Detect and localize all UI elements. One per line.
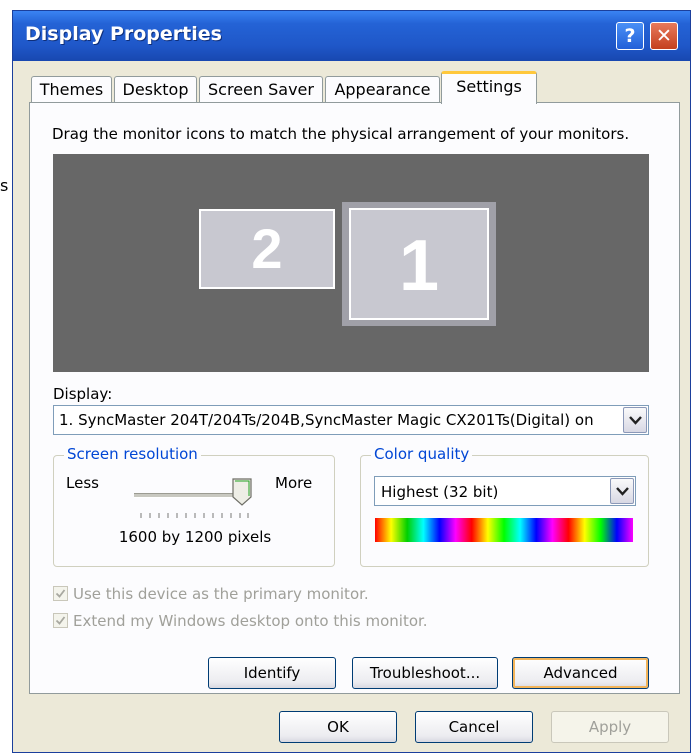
chevron-down-icon bbox=[629, 416, 642, 425]
title-bar[interactable]: Display Properties ? ✕ bbox=[13, 11, 690, 61]
resolution-slider-track[interactable] bbox=[134, 493, 244, 498]
monitor-arrangement-area: 2 1 bbox=[53, 154, 649, 372]
monitor-1-icon[interactable]: 1 bbox=[349, 208, 489, 320]
settings-panel: Drag the monitor icons to match the phys… bbox=[29, 102, 680, 694]
color-quality-dropdown-button[interactable] bbox=[610, 478, 634, 504]
screen-resolution-legend: Screen resolution bbox=[64, 445, 201, 463]
extend-desktop-checkbox[interactable] bbox=[53, 613, 68, 628]
help-button[interactable]: ? bbox=[616, 22, 644, 50]
color-quality-value: Highest (32 bit) bbox=[381, 483, 499, 501]
display-properties-window: Display Properties ? ✕ Themes Desktop Sc… bbox=[12, 10, 691, 753]
color-quality-select[interactable]: Highest (32 bit) bbox=[374, 476, 636, 506]
less-label: Less bbox=[66, 474, 99, 492]
apply-button[interactable]: Apply bbox=[551, 711, 669, 743]
extend-desktop-label: Extend my Windows desktop onto this moni… bbox=[73, 612, 428, 630]
color-quality-group: Color quality Highest (32 bit) bbox=[360, 445, 649, 567]
tab-desktop[interactable]: Desktop bbox=[114, 76, 197, 103]
identify-button[interactable]: Identify bbox=[208, 657, 336, 689]
display-select[interactable]: 1. SyncMaster 204T/204Ts/204B,SyncMaster… bbox=[53, 405, 649, 435]
display-value: 1. SyncMaster 204T/204Ts/204B,SyncMaster… bbox=[59, 411, 594, 429]
color-quality-spectrum bbox=[375, 518, 633, 542]
primary-monitor-label: Use this device as the primary monitor. bbox=[73, 585, 369, 603]
resolution-slider-thumb[interactable] bbox=[232, 478, 252, 506]
window-title: Display Properties bbox=[25, 23, 222, 45]
checkmark-icon bbox=[55, 616, 66, 625]
tab-appearance[interactable]: Appearance bbox=[325, 76, 440, 103]
monitor-2-icon[interactable]: 2 bbox=[199, 209, 335, 289]
tab-screen-saver[interactable]: Screen Saver bbox=[199, 76, 323, 103]
chevron-down-icon bbox=[616, 487, 629, 496]
troubleshoot-button[interactable]: Troubleshoot... bbox=[352, 657, 498, 689]
slider-ticks bbox=[140, 513, 249, 518]
ok-button[interactable]: OK bbox=[279, 711, 397, 743]
primary-monitor-checkbox[interactable] bbox=[53, 586, 68, 601]
display-dropdown-button[interactable] bbox=[623, 407, 647, 433]
tab-themes[interactable]: Themes bbox=[31, 76, 112, 103]
instruction-text: Drag the monitor icons to match the phys… bbox=[52, 125, 630, 143]
more-label: More bbox=[275, 474, 313, 492]
advanced-button[interactable]: Advanced bbox=[512, 657, 649, 689]
display-label: Display: bbox=[53, 385, 113, 403]
checkmark-icon bbox=[55, 589, 66, 598]
close-button[interactable]: ✕ bbox=[650, 22, 678, 50]
color-quality-legend: Color quality bbox=[371, 445, 473, 463]
tab-settings[interactable]: Settings bbox=[441, 71, 537, 104]
cancel-button[interactable]: Cancel bbox=[415, 711, 533, 743]
stray-text: s bbox=[0, 176, 9, 195]
screen-resolution-group: Screen resolution Less More 1600 by 1200… bbox=[53, 445, 335, 567]
resolution-value-text: 1600 by 1200 pixels bbox=[118, 528, 272, 546]
